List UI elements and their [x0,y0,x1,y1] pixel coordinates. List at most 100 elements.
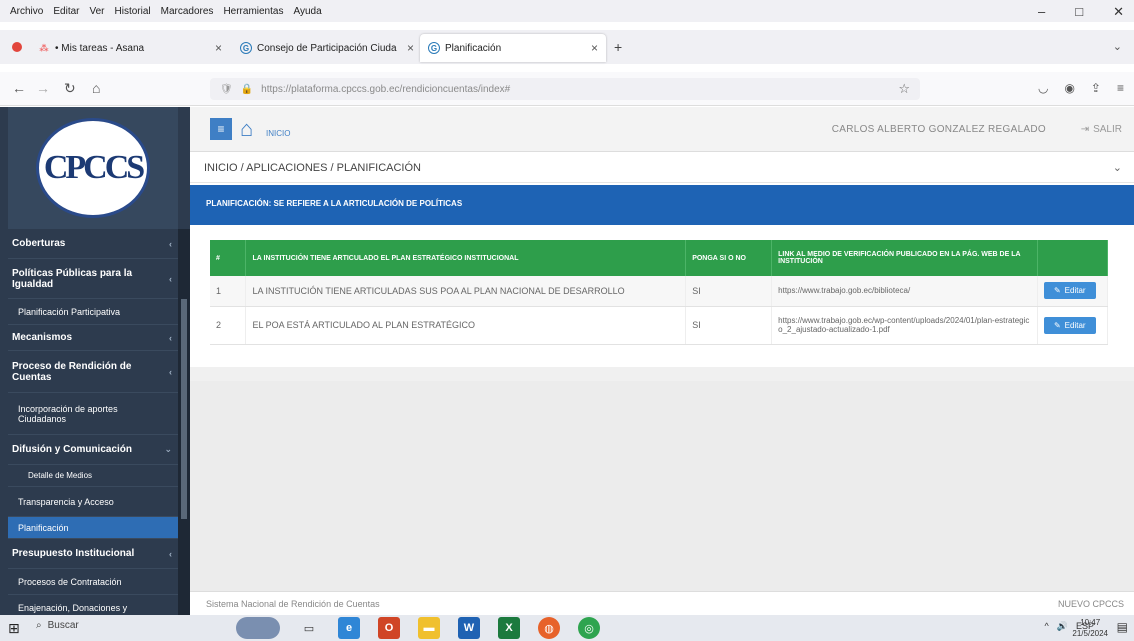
word-icon[interactable]: W [458,617,480,639]
home-icon[interactable]: ⌂ [240,116,253,142]
menu-item[interactable]: Ayuda [291,6,323,17]
url-text: https://plataforma.cpccs.gob.ec/rendicio… [261,83,511,95]
minimize-icon[interactable]: – [1038,4,1045,20]
cpccs-icon: G [240,42,252,54]
collapse-chevron-icon[interactable]: ⌄ [1113,161,1122,174]
tab-asana[interactable]: ⁂ • Mis tareas - Asana × [30,36,230,60]
sidebar-item-label: Presupuesto Institucional [12,548,135,559]
sidebar-item[interactable]: Presupuesto Institucional ‹ [8,539,178,569]
volume-icon[interactable]: 🔊 [1057,621,1068,632]
breadcrumb-text: INICIO / APLICACIONES / PLANIFICACIÓN [204,162,421,174]
sidebar-item[interactable]: Políticas Públicas para la Igualdad ‹ [8,259,178,299]
reload-icon[interactable]: ↻ [64,80,76,97]
hamburger-menu-button[interactable]: ≡ [210,118,232,140]
header-description[interactable]: LA INSTITUCIÓN TIENE ARTICULADO EL PLAN … [245,240,687,276]
pocket-icon[interactable]: ◡ [1038,81,1048,95]
menu-item[interactable]: Marcadores [159,6,216,17]
extension-icon[interactable] [12,42,22,52]
tray-chevron-icon[interactable]: ^ [1045,621,1049,632]
sidebar-item-label: Detalle de Medios [28,471,93,480]
table-row: 2 EL POA ESTÁ ARTICULADO AL PLAN ESTRATÉG… [210,306,1109,345]
url-bar[interactable]: 🛡 🔒 https://plataforma.cpccs.gob.ec/rend… [210,78,920,100]
logout-link[interactable]: ⇥ SALIR [1081,124,1122,135]
account-icon[interactable]: ◉ [1064,81,1074,95]
home-icon[interactable]: ⌂ [92,80,100,96]
menu-item[interactable]: Historial [113,6,153,17]
file-explorer-icon[interactable]: ▬ [418,617,440,639]
sidebar-item-label: Planificación Participativa [18,306,121,317]
chrome-icon[interactable]: ◎ [578,617,600,639]
share-icon[interactable]: ⇪ [1091,81,1101,95]
list-tabs-icon[interactable]: ⌄ [1113,40,1122,53]
back-icon[interactable]: ← [12,80,26,96]
header-num[interactable]: # [210,240,247,276]
sidebar-scrollbar[interactable] [178,229,190,615]
office-icon[interactable]: O [378,617,400,639]
taskbar-search[interactable]: ⌕ Buscar [36,620,79,631]
navigation-bar: ← → ↻ ⌂ 🛡 🔒 https://plataforma.cpccs.gob… [0,72,1134,106]
notification-icon[interactable]: ▤ [1117,620,1128,634]
toolbar-icons: ◡ ◉ ⇪ ≡ [1038,81,1124,95]
sidebar-item[interactable]: Incorporación de aportes Ciudadanos [8,393,178,435]
chevron-icon: ‹ [169,332,172,343]
header-actions [1037,240,1109,276]
sidebar-item-label: Procesos de Contratación [18,576,122,587]
edit-icon: ✎ [1053,320,1061,330]
sidebar-item-label: Políticas Públicas para la Igualdad [12,267,133,290]
menu-icon[interactable]: ≡ [1117,81,1124,95]
excel-icon[interactable]: X [498,617,520,639]
sidebar-item[interactable]: Mecanismos ‹ [8,325,178,351]
menu-item[interactable]: Editar [51,6,81,17]
sidebar-item[interactable]: Proceso de Rendición de Cuentas ‹ [8,351,178,393]
cell-link[interactable]: https://www.trabajo.gob.ec/biblioteca/ [771,276,1038,307]
maximize-icon[interactable]: □ [1075,4,1083,20]
main-content: ≡ ⌂ INICIO CARLOS ALBERTO GONZALEZ REGAL… [190,107,1134,615]
sidebar-item[interactable]: Planificación [8,517,178,539]
cell-action: ✎ Editar [1037,276,1109,307]
close-tab-icon[interactable]: × [591,41,598,55]
clock[interactable]: 10:47 21/5/2024 [1072,617,1108,639]
edge-icon[interactable]: e [338,617,360,639]
chevron-icon: ⌄ [164,444,172,454]
sidebar-item[interactable]: Enajenación, Donaciones y [8,595,178,615]
cell-num: 1 [210,276,247,307]
edit-button[interactable]: ✎ Editar [1043,316,1096,334]
shield-icon: 🛡 [220,83,233,95]
cell-description: LA INSTITUCIÓN TIENE ARTICULADAS SUS POA… [245,276,687,307]
search-icon: ⌕ [36,620,42,631]
close-tab-icon[interactable]: × [215,41,222,55]
menu-item[interactable]: Ver [87,6,106,17]
cell-link[interactable]: https://www.trabajo.gob.ec/wp-content/up… [771,306,1038,345]
task-view-icon[interactable]: ▭ [298,617,320,639]
close-window-icon[interactable]: ✕ [1113,4,1124,20]
scrollbar-thumb[interactable] [181,299,187,519]
cell-description: EL POA ESTÁ ARTICULADO AL PLAN ESTRATÉGI… [245,306,687,345]
firefox-icon[interactable]: ◍ [538,617,560,639]
bookmark-star-icon[interactable]: ☆ [898,81,910,97]
forward-icon[interactable]: → [36,80,50,96]
chevron-icon: ‹ [169,273,172,284]
sidebar-item[interactable]: Procesos de Contratación [8,569,178,595]
home-label[interactable]: INICIO [266,129,290,138]
asana-icon: ⁂ [39,42,49,53]
sidebar-item[interactable]: Detalle de Medios [8,465,178,487]
tab-cpccs[interactable]: G Consejo de Participación Ciuda × [232,36,418,60]
sidebar-item-label: Mecanismos [12,332,73,343]
header-link[interactable]: LINK AL MEDIO DE VERIFICACIÓN PUBLICADO … [771,240,1038,276]
sidebar-item[interactable]: Coberturas ‹ [8,229,178,259]
sidebar-item[interactable]: Difusión y Comunicación ⌄ [8,435,178,465]
tab-planificacion[interactable]: G Planificación × [420,34,606,62]
header-answer[interactable]: PONGA SI O NO [685,240,773,276]
weather-widget-icon[interactable] [236,617,280,639]
cpccs-logo: CPCCS [36,118,150,218]
edit-button[interactable]: ✎ Editar [1043,282,1096,300]
windows-start-icon[interactable]: ⊞ [8,620,20,637]
user-name: CARLOS ALBERTO GONZALEZ REGALADO [831,124,1046,135]
sidebar-item[interactable]: Transparencia y Acceso [8,487,178,517]
planning-table: # LA INSTITUCIÓN TIENE ARTICULADO EL PLA… [210,240,1109,345]
close-tab-icon[interactable]: × [407,41,414,55]
menu-item[interactable]: Herramientas [221,6,285,17]
sidebar-item[interactable]: Planificación Participativa [8,299,178,325]
menu-item[interactable]: Archivo [8,6,45,17]
new-tab-button[interactable]: + [614,39,622,55]
